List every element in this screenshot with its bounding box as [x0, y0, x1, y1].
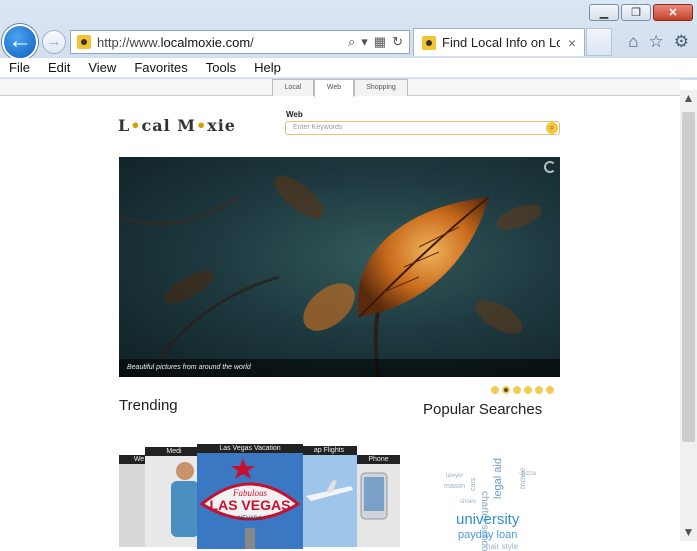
hero-caption: Beautiful pictures from around the world [119, 359, 560, 377]
search-icon[interactable]: ⌕ [348, 34, 355, 50]
cloud-word[interactable]: payday loan [458, 529, 517, 541]
loading-spinner-icon [544, 161, 556, 173]
trending-card[interactable]: Medi [145, 447, 203, 547]
search-go-icon[interactable]: ⌕ [546, 122, 558, 134]
popular-searches-heading: Popular Searches [423, 401, 543, 418]
trending-card-featured[interactable]: Las Vegas Vacation Fabulous LAS VEGAS NE… [197, 444, 303, 549]
menu-bar: File Edit View Favorites Tools Help [0, 58, 697, 78]
tab-favicon-icon [422, 35, 436, 50]
cloud-word[interactable]: shoes [460, 499, 476, 505]
carousel-dot[interactable] [513, 386, 521, 394]
refresh-icon[interactable]: ↻ [392, 34, 403, 50]
tab-close-icon[interactable]: × [568, 35, 576, 51]
cloud-word[interactable]: pizza [522, 471, 536, 477]
menu-edit[interactable]: Edit [39, 60, 79, 75]
browser-tab[interactable]: Find Local Info on Lo... × [413, 28, 585, 56]
settings-gear-icon[interactable]: ⚙ [674, 32, 689, 52]
menu-file[interactable]: File [0, 60, 39, 75]
site-favicon-icon [77, 35, 91, 49]
window-controls: ▁ ❐ ✕ [589, 4, 693, 21]
carousel-dot[interactable] [535, 386, 543, 394]
dropdown-icon[interactable]: ▾ [361, 34, 368, 50]
tab-web[interactable]: Web [314, 79, 354, 97]
back-button[interactable]: ← [2, 24, 38, 60]
svg-text:NEVADA: NEVADA [238, 516, 262, 522]
cloud-word[interactable]: lawyer [446, 473, 463, 479]
address-bar[interactable]: http://www.localmoxie.com/ ⌕ ▾ ▦ ↻ [70, 30, 410, 54]
search-input[interactable]: Enter Keywords [285, 121, 560, 135]
vertical-scrollbar[interactable]: ▲ ▼ [680, 90, 697, 541]
menu-help[interactable]: Help [245, 60, 290, 75]
forward-button[interactable]: → [42, 30, 66, 54]
tab-local[interactable]: Local [272, 79, 314, 96]
svg-text:LAS VEGAS: LAS VEGAS [210, 497, 291, 513]
minimize-button[interactable]: ▁ [589, 4, 619, 21]
airplane-photo [301, 455, 357, 547]
tab-shopping[interactable]: Shopping [354, 79, 408, 96]
compat-view-icon[interactable]: ▦ [374, 34, 386, 50]
menu-favorites[interactable]: Favorites [125, 60, 196, 75]
carousel-dot[interactable] [524, 386, 532, 394]
carousel-dots [491, 386, 554, 394]
scroll-up-icon[interactable]: ▲ [680, 90, 697, 107]
site-logo[interactable]: L•cal M•xie [118, 116, 236, 135]
tab-title: Find Local Info on Lo... [442, 35, 560, 50]
popular-searches-word-cloud: charter schools legal aid movie lawyer m… [442, 427, 542, 551]
trending-card[interactable]: Phone [357, 455, 400, 547]
carousel-dot[interactable] [546, 386, 554, 394]
cloud-word[interactable]: cars [470, 478, 477, 491]
trending-card[interactable]: ap Flights [301, 446, 357, 547]
las-vegas-sign-photo: Fabulous LAS VEGAS NEVADA [197, 453, 303, 549]
carousel-dot[interactable] [491, 386, 499, 394]
restore-button[interactable]: ❐ [621, 4, 651, 21]
carousel-dot-active[interactable] [502, 386, 510, 394]
menu-tools[interactable]: Tools [197, 60, 245, 75]
sub-navigation: Local Web Shopping [0, 79, 680, 97]
address-url[interactable]: http://www.localmoxie.com/ [97, 35, 348, 50]
menu-view[interactable]: View [79, 60, 125, 75]
web-page: Local Web Shopping L•cal M•xie Web Enter… [0, 79, 680, 551]
cloud-word[interactable]: university [456, 511, 519, 528]
search-label: Web [286, 110, 303, 119]
cloud-word[interactable]: hair style [486, 542, 518, 551]
scroll-thumb[interactable] [682, 112, 695, 442]
cloud-word[interactable]: mason [444, 483, 465, 490]
new-tab-button[interactable] [586, 28, 612, 56]
close-window-button[interactable]: ✕ [653, 4, 693, 21]
home-icon[interactable]: ⌂ [628, 32, 638, 52]
forward-arrow-icon: → [46, 33, 62, 50]
back-arrow-icon: ← [8, 27, 32, 54]
scroll-down-icon[interactable]: ▼ [680, 524, 697, 541]
phone-photo [360, 472, 388, 520]
leaf-illustration [119, 175, 542, 377]
favorites-star-icon[interactable]: ☆ [649, 32, 664, 52]
hero-image[interactable]: Beautiful pictures from around the world [119, 157, 560, 377]
trending-heading: Trending [119, 397, 178, 414]
cloud-word[interactable]: legal aid [492, 458, 504, 499]
browser-chrome: ▁ ❐ ✕ ← → http://www.localmoxie.com/ ⌕ ▾… [0, 0, 697, 80]
doctor-photo [171, 462, 199, 537]
